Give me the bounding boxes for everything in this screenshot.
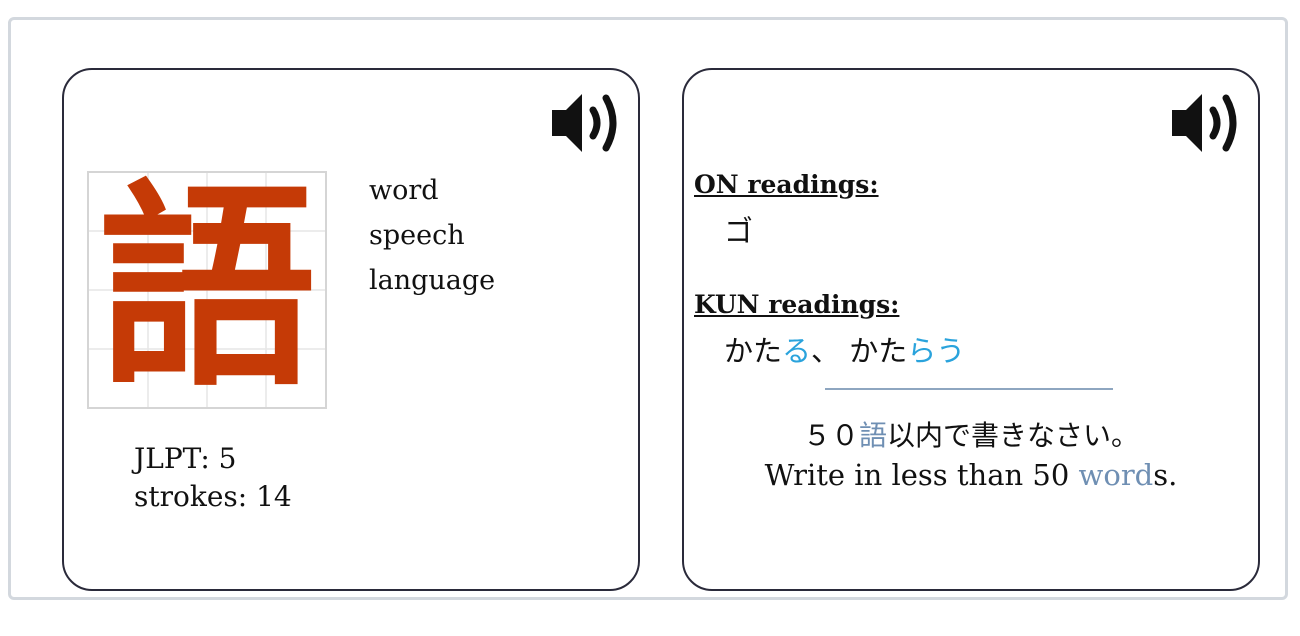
on-reading-value: ゴ <box>724 214 754 248</box>
card-frame: 語 word speech language JLPT: 5 strokes: … <box>8 17 1288 600</box>
kun-readings-label: KUN readings: <box>694 290 900 319</box>
kun-stem: かた <box>849 334 908 368</box>
example-en-highlight: word <box>1078 458 1154 492</box>
example-sentence-english: Write in less than 50 words. <box>684 458 1258 492</box>
example-en-text: Write in less than 50 <box>764 458 1079 492</box>
stroke-count: strokes: 14 <box>134 480 292 513</box>
speaker-icon[interactable] <box>546 88 626 158</box>
kanji-back-card: ON readings: ゴ KUN readings: かたる、 かたらう ５… <box>682 68 1260 591</box>
on-readings-label: ON readings: <box>694 170 879 199</box>
kun-stem: かた <box>724 334 783 368</box>
kanji-front-card: 語 word speech language JLPT: 5 strokes: … <box>62 68 640 591</box>
kanji-stroke-box: 語 <box>87 171 327 409</box>
meaning-item: word <box>369 175 439 206</box>
meanings-list: word speech language <box>369 168 495 303</box>
kanji-character: 語 <box>98 171 316 409</box>
divider <box>825 388 1113 390</box>
example-sentence-japanese: ５０語以内で書きなさい。 <box>684 414 1258 454</box>
kun-separator: 、 <box>811 334 850 368</box>
example-ja-text: ５０ <box>802 419 859 452</box>
speaker-icon[interactable] <box>1166 88 1246 158</box>
kun-okurigana: る <box>782 334 812 368</box>
example-ja-text: 以内で書きなさい。 <box>887 419 1140 452</box>
kanji-stats: JLPT: 5 strokes: 14 <box>134 440 292 516</box>
kun-okurigana: らう <box>907 334 966 368</box>
meaning-item: speech <box>369 220 465 251</box>
meaning-item: language <box>369 265 496 296</box>
example-ja-highlight: 語 <box>858 419 887 452</box>
jlpt-level: JLPT: 5 <box>134 442 237 475</box>
kun-reading-value: かたる、 かたらう <box>724 328 965 370</box>
example-en-text: s. <box>1153 458 1178 492</box>
